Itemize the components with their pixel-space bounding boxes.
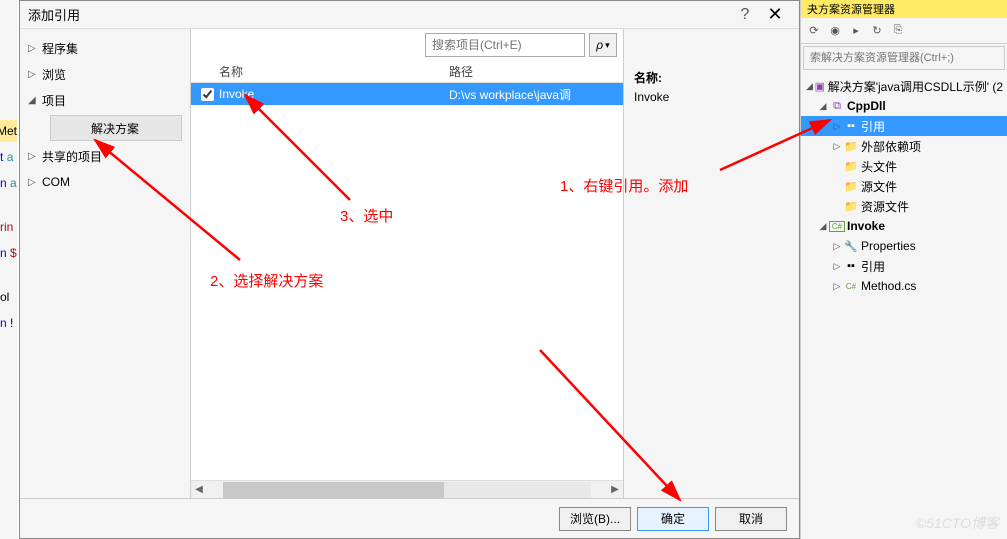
dialog-titlebar: 添加引用 ? ✕	[20, 1, 799, 29]
col-path[interactable]: 路径	[449, 63, 619, 80]
tree-cppdll[interactable]: ◢⧉CppDll	[801, 96, 1007, 116]
center-pane: ρ▾ 名称 路径 Invoke D:\vs workplace\java调 ◀ …	[190, 29, 624, 498]
solution-tree: ◢▣解决方案'java调用CSDLL示例' (2 ◢⧉CppDll ▷▪▪引用 …	[801, 72, 1007, 300]
tool-icon[interactable]: ▸	[847, 22, 865, 40]
search-input[interactable]	[425, 33, 585, 57]
search-icon: ρ	[596, 38, 603, 52]
close-button[interactable]: ✕	[759, 4, 791, 25]
folder-icon: 📁	[843, 200, 859, 213]
browse-button[interactable]: 浏览(B)...	[559, 507, 631, 531]
details-name-label: 名称:	[634, 69, 789, 86]
search-dropdown-button[interactable]: ρ▾	[589, 33, 617, 57]
sol-search-input[interactable]	[804, 47, 1004, 69]
nav-shared[interactable]: ▷共享的项目	[20, 143, 190, 169]
cpp-project-icon: ⧉	[829, 100, 845, 113]
nav-projects[interactable]: ◢项目	[20, 87, 190, 113]
sol-toolbar: ⟳ ◉ ▸ ↻ ⎘	[801, 18, 1007, 44]
nav-com[interactable]: ▷COM	[20, 169, 190, 195]
dialog-title: 添加引用	[28, 5, 731, 24]
chevron-right-icon: ▷	[28, 177, 36, 188]
nav-solution[interactable]: 解决方案	[50, 115, 182, 141]
solution-explorer: 夬方案资源管理器 ⟳ ◉ ▸ ↻ ⎘ ◢▣解决方案'java调用CSDLL示例'…	[800, 0, 1007, 539]
sol-title: 夬方案资源管理器	[801, 0, 1007, 18]
references-icon: ▪▪	[843, 260, 859, 272]
col-name[interactable]: 名称	[219, 63, 449, 80]
list-item-invoke[interactable]: Invoke D:\vs workplace\java调	[191, 83, 623, 105]
folder-icon: 📁	[843, 160, 859, 173]
tool-icon[interactable]: ⎘	[889, 22, 907, 40]
folder-icon: 📁	[843, 180, 859, 193]
tree-solution[interactable]: ◢▣解决方案'java调用CSDLL示例' (2	[801, 76, 1007, 96]
tool-icon[interactable]: ◉	[826, 22, 844, 40]
cs-project-icon: C#	[829, 221, 845, 232]
tree-references[interactable]: ▷▪▪引用	[801, 116, 1007, 136]
chevron-right-icon: ▷	[28, 43, 36, 54]
add-reference-dialog: 添加引用 ? ✕ ▷程序集 ▷浏览 ◢项目 解决方案 ▷共享的项目 ▷COM ρ…	[19, 0, 800, 539]
invoke-checkbox[interactable]	[201, 88, 214, 101]
project-list: Invoke D:\vs workplace\java调	[191, 83, 623, 480]
chevron-right-icon: ▷	[28, 151, 36, 162]
refresh-icon[interactable]: ↻	[868, 22, 886, 40]
help-button[interactable]: ?	[731, 6, 759, 24]
cancel-button[interactable]: 取消	[715, 507, 787, 531]
details-name-value: Invoke	[634, 90, 789, 104]
column-headers: 名称 路径	[191, 61, 623, 83]
folder-icon: 📁	[843, 140, 859, 153]
tree-properties[interactable]: ▷🔧Properties	[801, 236, 1007, 256]
tree-resources[interactable]: 📁资源文件	[801, 196, 1007, 216]
chevron-right-icon: ▷	[28, 69, 36, 80]
nav-assemblies[interactable]: ▷程序集	[20, 35, 190, 61]
editor-code: Met t a n a rin n $ ol n !	[0, 120, 17, 334]
wrench-icon: 🔧	[843, 240, 859, 253]
home-icon[interactable]: ⟳	[805, 22, 823, 40]
tree-method-cs[interactable]: ▷C#Method.cs	[801, 276, 1007, 296]
ok-button[interactable]: 确定	[637, 507, 709, 531]
chevron-down-icon: ◢	[28, 95, 36, 106]
references-icon: ▪▪	[843, 120, 859, 132]
cs-file-icon: C#	[843, 282, 859, 291]
nav-browse[interactable]: ▷浏览	[20, 61, 190, 87]
nav-pane: ▷程序集 ▷浏览 ◢项目 解决方案 ▷共享的项目 ▷COM	[20, 29, 190, 498]
tree-headers[interactable]: 📁头文件	[801, 156, 1007, 176]
tree-external-deps[interactable]: ▷📁外部依赖项	[801, 136, 1007, 156]
details-pane: 名称: Invoke	[624, 29, 799, 498]
tree-references2[interactable]: ▷▪▪引用	[801, 256, 1007, 276]
tree-sources[interactable]: 📁源文件	[801, 176, 1007, 196]
h-scrollbar[interactable]: ◀ ▶	[191, 480, 623, 498]
solution-icon: ▣	[814, 80, 826, 93]
watermark: ©51CTO博客	[916, 513, 999, 533]
tree-invoke[interactable]: ◢C#Invoke	[801, 216, 1007, 236]
sol-search[interactable]	[803, 46, 1005, 70]
dialog-footer: 浏览(B)... 确定 取消	[20, 498, 799, 538]
